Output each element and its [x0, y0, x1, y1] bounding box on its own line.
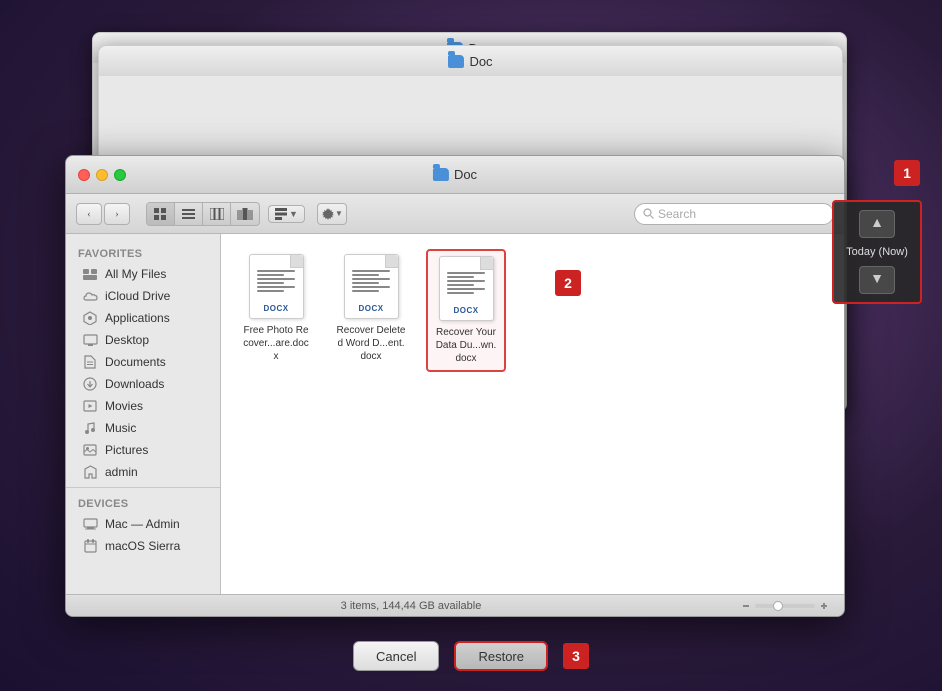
documents-icon — [82, 354, 98, 370]
sidebar-item-movies[interactable]: Movies — [70, 395, 216, 417]
finder-window: Doc ‹ › ▼ — [65, 155, 845, 617]
badge-3: 3 — [563, 643, 589, 669]
window-title-text: Doc — [454, 167, 477, 182]
sidebar-item-downloads[interactable]: Downloads — [70, 373, 216, 395]
file-icon-2: DOCX — [344, 254, 399, 319]
size-slider-area — [741, 601, 829, 611]
badge-1: 1 — [894, 160, 920, 186]
sidebar-label-documents: Documents — [105, 355, 166, 369]
sidebar-item-admin[interactable]: admin — [70, 461, 216, 483]
sidebar-label-macos-sierra: macOS Sierra — [105, 539, 180, 553]
sidebar-label-pictures: Pictures — [105, 443, 148, 457]
status-bar: 3 items, 144,44 GB available — [66, 594, 844, 616]
file-name-3: Recover Your Data Du...wn.docx — [433, 326, 499, 365]
content-area: Favorites All My Files iCloud Drive Appl… — [66, 234, 844, 594]
sidebar-item-desktop[interactable]: Desktop — [70, 329, 216, 351]
sidebar: Favorites All My Files iCloud Drive Appl… — [66, 234, 221, 594]
title-bar: Doc — [66, 156, 844, 194]
window-title: Doc — [433, 167, 477, 182]
sidebar-item-pictures[interactable]: Pictures — [70, 439, 216, 461]
file-icon-1: DOCX — [249, 254, 304, 319]
zoom-in-icon — [819, 601, 829, 611]
tm-down-button[interactable]: ▼ — [859, 266, 895, 294]
column-view-button[interactable] — [203, 203, 231, 225]
file-item-1[interactable]: DOCX Free Photo Recover...are.docx — [236, 249, 316, 372]
nav-buttons: ‹ › — [76, 203, 130, 225]
file-type-badge-1: DOCX — [263, 304, 288, 313]
file-area: DOCX Free Photo Recover...are.docx DOCX — [221, 234, 844, 594]
arrange-button[interactable]: ▼ — [268, 205, 305, 223]
sidebar-item-mac-admin[interactable]: Mac — Admin — [70, 513, 216, 535]
search-box[interactable]: Search — [634, 203, 834, 225]
search-placeholder: Search — [658, 207, 696, 221]
file-type-badge-2: DOCX — [358, 304, 383, 313]
icon-view-button[interactable] — [147, 203, 175, 225]
tm-up-arrow: ▲ — [870, 216, 884, 232]
size-slider[interactable] — [755, 604, 815, 608]
restore-button[interactable]: Restore — [454, 641, 548, 671]
sidebar-label-mac-admin: Mac — Admin — [105, 517, 180, 531]
file-item-3[interactable]: DOCX Recover Your Data Du...wn.docx — [426, 249, 506, 372]
gear-chevron: ▼ — [335, 209, 343, 218]
tm-label: Today (Now) — [846, 246, 908, 258]
tm-up-button[interactable]: ▲ — [859, 210, 895, 238]
sidebar-label-all-my-files: All My Files — [105, 267, 166, 281]
sidebar-item-documents[interactable]: Documents — [70, 351, 216, 373]
gear-button[interactable]: ▼ — [317, 203, 347, 225]
stacked-title-2: Doc — [469, 54, 492, 69]
tm-down-arrow: ▼ — [870, 272, 884, 288]
status-text: 3 items, 144,44 GB available — [81, 600, 741, 612]
icloud-drive-icon — [82, 288, 98, 304]
toolbar: ‹ › ▼ ▼ — [66, 194, 844, 234]
sidebar-label-downloads: Downloads — [105, 377, 164, 391]
sidebar-item-icloud-drive[interactable]: iCloud Drive — [70, 285, 216, 307]
sidebar-item-music[interactable]: Music — [70, 417, 216, 439]
view-buttons — [146, 202, 260, 226]
minimize-button[interactable] — [96, 169, 108, 181]
sidebar-item-macos-sierra[interactable]: macOS Sierra — [70, 535, 216, 557]
applications-icon — [82, 310, 98, 326]
badge-2: 2 — [555, 270, 581, 296]
sidebar-label-movies: Movies — [105, 399, 143, 413]
zoom-out-icon — [741, 601, 751, 611]
file-item-2[interactable]: DOCX Recover Deleted Word D...ent.docx — [331, 249, 411, 372]
list-view-button[interactable] — [175, 203, 203, 225]
movies-icon — [82, 398, 98, 414]
back-button[interactable]: ‹ — [76, 203, 102, 225]
sidebar-label-icloud-drive: iCloud Drive — [105, 289, 170, 303]
file-icon-3: DOCX — [439, 256, 494, 321]
cancel-button[interactable]: Cancel — [353, 641, 439, 671]
close-button[interactable] — [78, 169, 90, 181]
bottom-bar: Cancel Restore 3 — [353, 641, 589, 671]
admin-icon — [82, 464, 98, 480]
downloads-icon — [82, 376, 98, 392]
all-my-files-icon — [82, 266, 98, 282]
music-icon — [82, 420, 98, 436]
traffic-lights — [78, 169, 126, 181]
sidebar-label-desktop: Desktop — [105, 333, 149, 347]
sidebar-item-applications[interactable]: Applications — [70, 307, 216, 329]
devices-header: Devices — [66, 492, 220, 513]
arrange-chevron: ▼ — [289, 209, 298, 219]
desktop-icon — [82, 332, 98, 348]
favorites-header: Favorites — [66, 242, 220, 263]
folder-icon — [433, 168, 449, 181]
maximize-button[interactable] — [114, 169, 126, 181]
file-name-2: Recover Deleted Word D...ent.docx — [336, 324, 406, 363]
macos-sierra-icon — [82, 538, 98, 554]
mac-admin-icon — [82, 516, 98, 532]
sidebar-label-music: Music — [105, 421, 136, 435]
forward-button[interactable]: › — [104, 203, 130, 225]
sidebar-label-applications: Applications — [105, 311, 170, 325]
coverflow-view-button[interactable] — [231, 203, 259, 225]
file-type-badge-3: DOCX — [453, 306, 478, 315]
pictures-icon — [82, 442, 98, 458]
file-name-1: Free Photo Recover...are.docx — [241, 324, 311, 363]
sidebar-label-admin: admin — [105, 465, 138, 479]
sidebar-item-all-my-files[interactable]: All My Files — [70, 263, 216, 285]
time-machine-panel: ▲ Today (Now) ▼ — [832, 200, 922, 304]
